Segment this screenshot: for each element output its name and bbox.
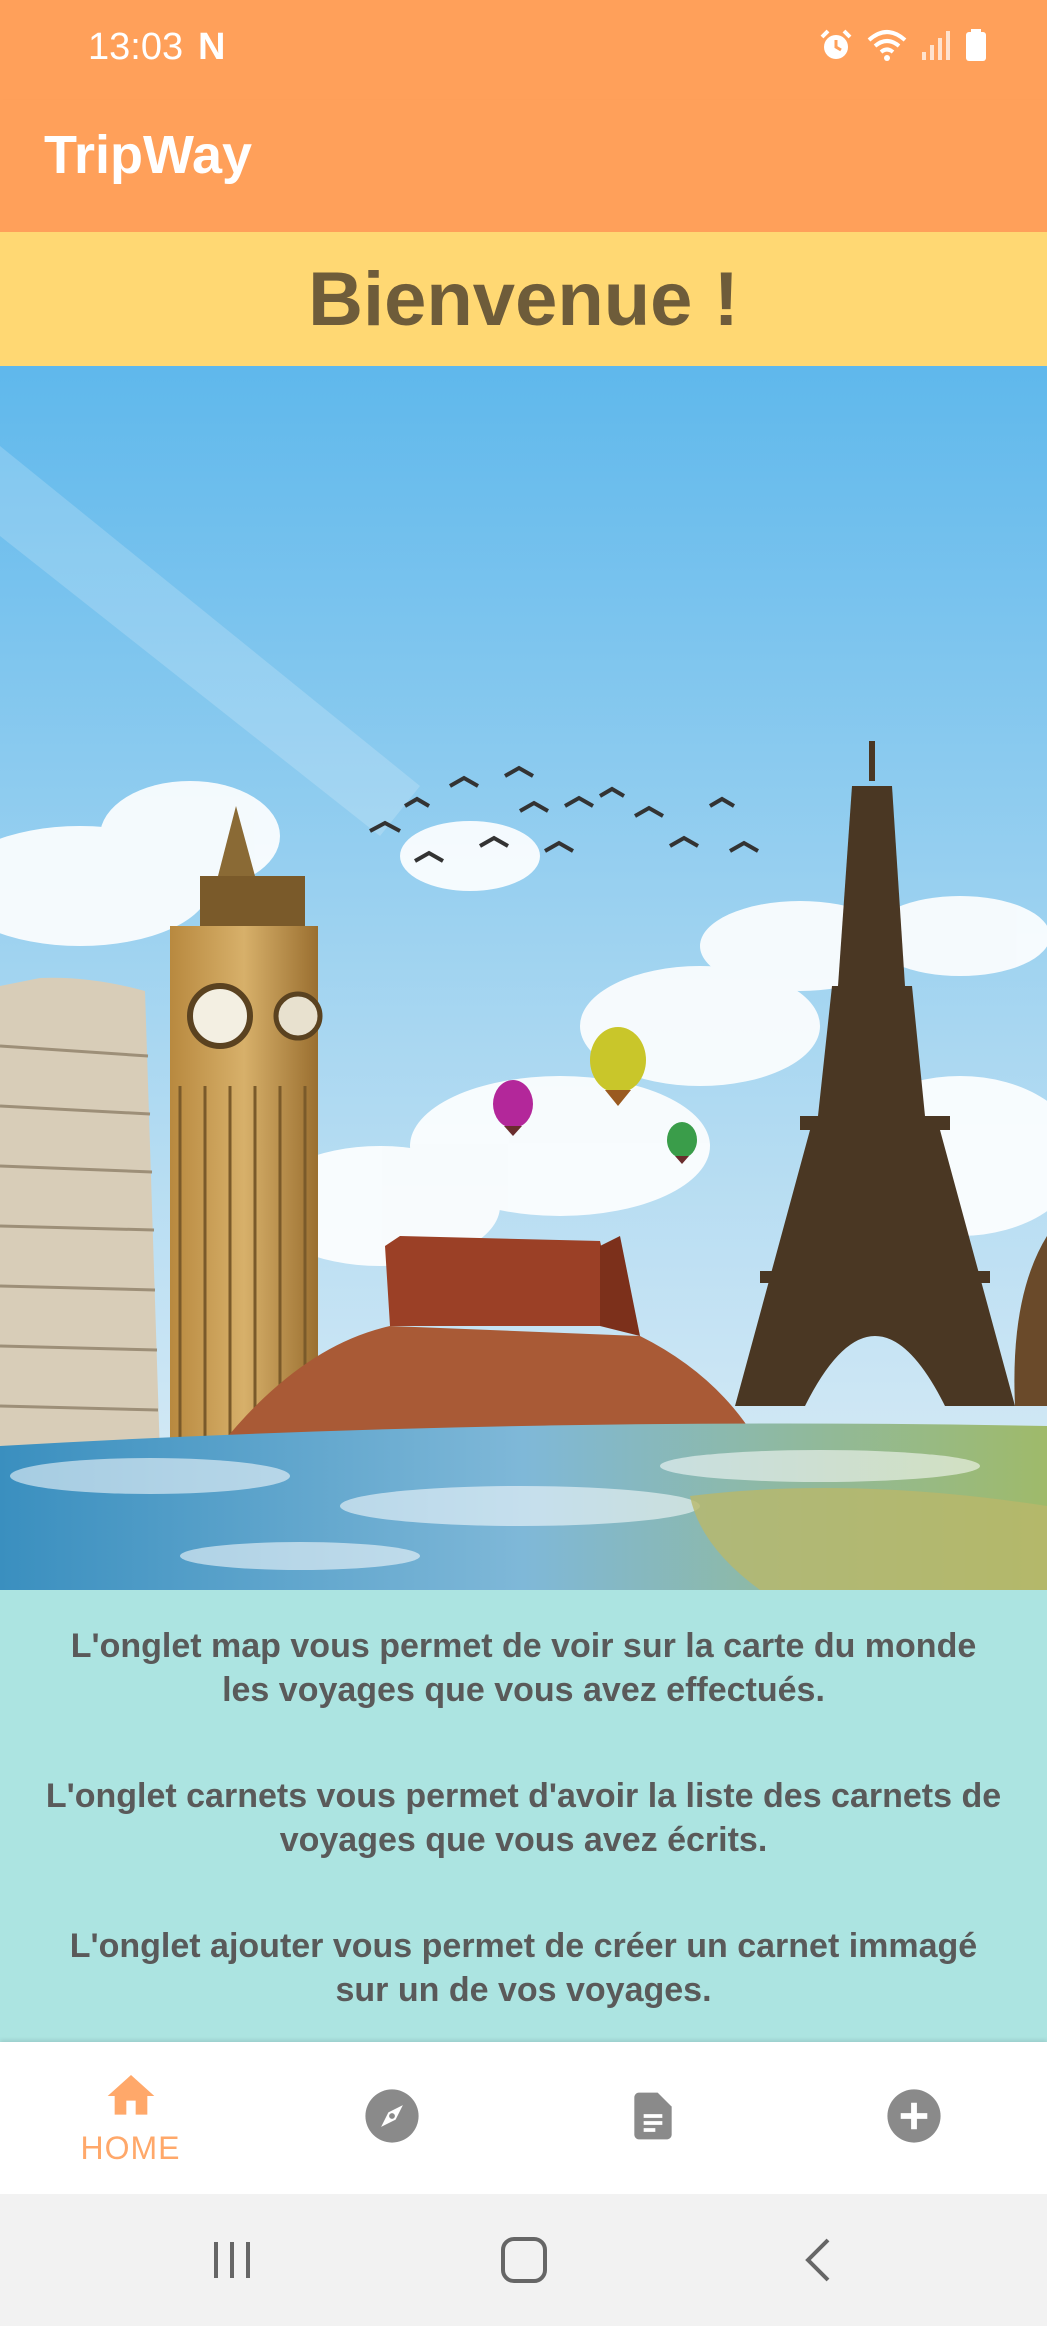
app-title: TripWay (44, 125, 253, 185)
bottom-navigation: HOME (0, 2042, 1047, 2194)
welcome-banner: Bienvenue ! (0, 232, 1047, 366)
back-icon[interactable] (800, 2236, 836, 2284)
nav-notebooks[interactable] (522, 2042, 783, 2194)
battery-icon (966, 29, 986, 61)
nav-home[interactable]: HOME (0, 2042, 261, 2194)
info-notebooks-line2: voyages que vous avez écrits. (279, 1821, 768, 1859)
welcome-text: Bienvenue ! (308, 256, 739, 342)
notification-n-icon: N (198, 26, 226, 68)
notebook-icon (633, 2092, 672, 2140)
info-map-line1: L'onglet map vous permet de voir sur la … (70, 1627, 977, 1665)
info-add-line2: sur un de vos voyages. (335, 1971, 712, 2009)
nav-add[interactable] (783, 2042, 1044, 2194)
info-panel: L'onglet map vous permet de voir sur la … (0, 1590, 1047, 2042)
hero-image (0, 366, 1047, 1590)
nav-map[interactable] (261, 2042, 522, 2194)
home-icon (107, 2075, 154, 2115)
landmarks-illustration (0, 366, 1047, 1590)
recent-apps-icon[interactable] (210, 2238, 254, 2282)
info-map: L'onglet map vous permet de voir sur la … (20, 1624, 1027, 1712)
home-button-icon[interactable] (499, 2235, 549, 2285)
pisa-tower (0, 977, 160, 1456)
compass-icon (364, 2089, 419, 2143)
info-map-line2: les voyages que vous avez effectués. (222, 1671, 825, 1709)
info-add-line1: L'onglet ajouter vous permet de créer un… (69, 1927, 978, 1965)
alarm-icon (820, 29, 852, 59)
system-navigation-bar (0, 2194, 1047, 2326)
wifi-icon (867, 30, 907, 61)
add-icon (886, 2089, 941, 2143)
info-notebooks: L'onglet carnets vous permet d'avoir la … (20, 1774, 1027, 1862)
status-bar: 13:03 N (0, 0, 1047, 100)
signal-icon (922, 31, 950, 60)
info-notebooks-line1: L'onglet carnets vous permet d'avoir la … (45, 1777, 1002, 1815)
status-time: 13:03 (88, 26, 184, 68)
status-icons (819, 28, 987, 62)
app-bar: TripWay (0, 100, 1047, 232)
nav-home-label: HOME (80, 2130, 181, 2166)
info-add: L'onglet ajouter vous permet de créer un… (20, 1924, 1027, 2012)
